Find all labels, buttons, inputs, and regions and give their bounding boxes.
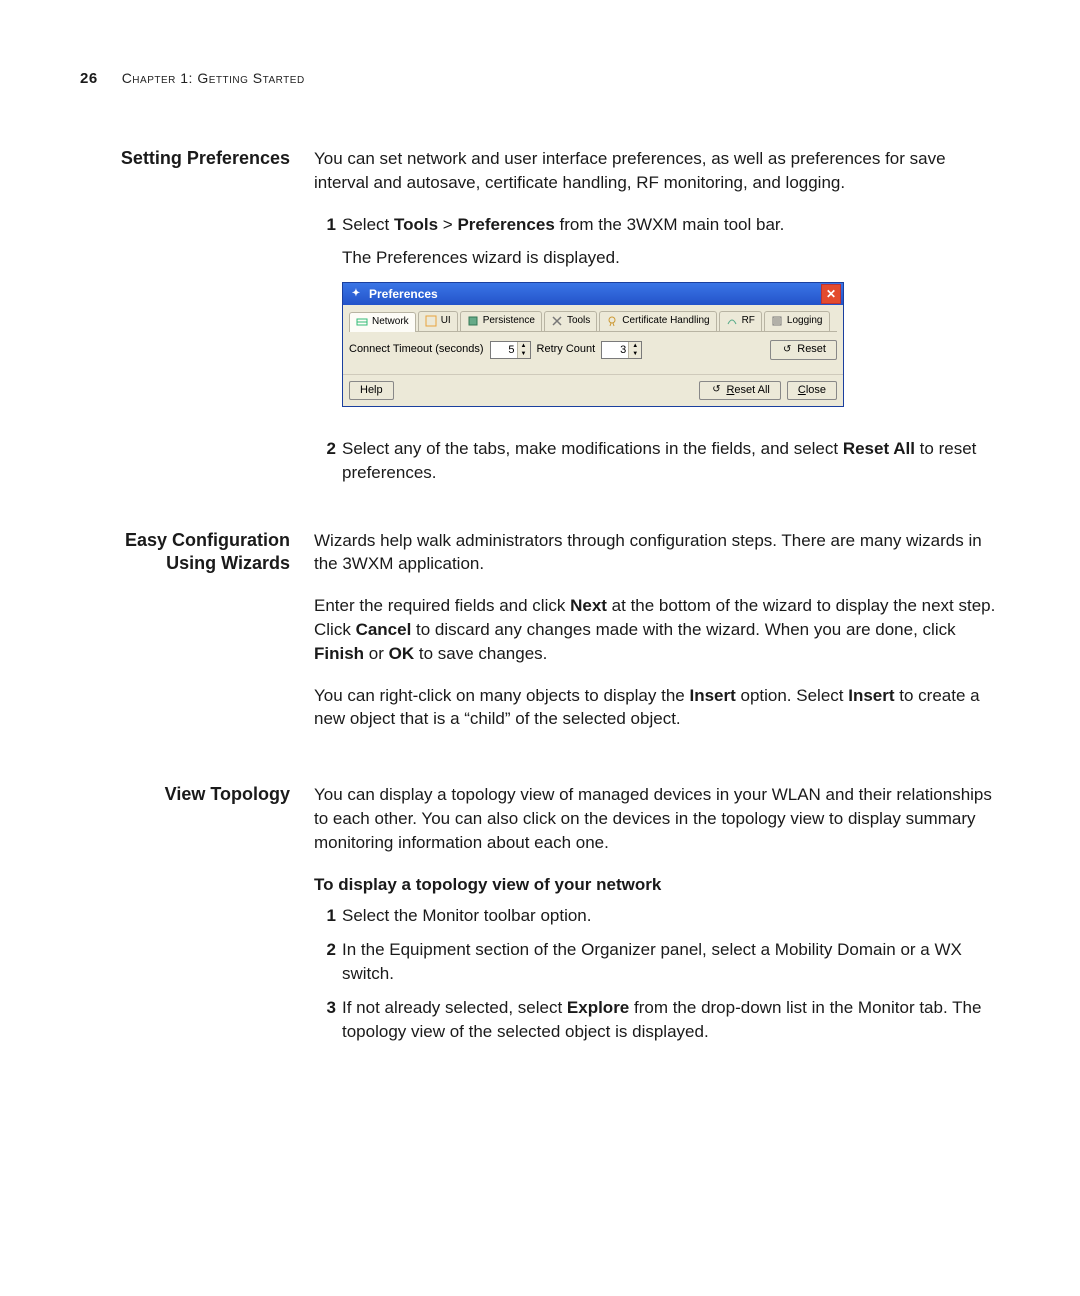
step-text: Select Tools > Preferences from the 3WXM… bbox=[342, 213, 1000, 237]
tab-persistence[interactable]: Persistence bbox=[460, 311, 542, 331]
step-text: Select any of the tabs, make modificatio… bbox=[342, 437, 1000, 485]
step-text: In the Equipment section of the Organize… bbox=[342, 938, 1000, 986]
tools-icon bbox=[551, 315, 563, 327]
tab-label: Certificate Handling bbox=[622, 314, 709, 328]
step-text: Select the Monitor toolbar option. bbox=[342, 904, 1000, 928]
retry-count-input[interactable] bbox=[602, 342, 628, 358]
reset-button[interactable]: ↺ Reset bbox=[770, 340, 837, 359]
paragraph: You can right-click on many objects to d… bbox=[314, 684, 1000, 732]
tab-network[interactable]: Network bbox=[349, 312, 416, 332]
running-header: 26 Chapter 1: Getting Started bbox=[80, 70, 1000, 87]
text-fragment: Select any of the tabs, make modificatio… bbox=[342, 439, 843, 458]
network-icon bbox=[356, 316, 368, 328]
tab-label: Logging bbox=[787, 314, 823, 328]
retry-count-label: Retry Count bbox=[537, 342, 596, 357]
bold-term: Tools bbox=[394, 215, 438, 234]
certificate-icon bbox=[606, 315, 618, 327]
bold-term: Finish bbox=[314, 644, 364, 663]
step-text: If not already selected, select Explore … bbox=[342, 996, 1000, 1044]
bold-term: Insert bbox=[848, 686, 894, 705]
tab-rf[interactable]: RF bbox=[719, 311, 762, 331]
step-number: 1 bbox=[314, 213, 336, 237]
text-fragment: to discard any changes made with the wiz… bbox=[411, 620, 955, 639]
text-fragment: If not already selected, select bbox=[342, 998, 567, 1017]
button-label: Reset All bbox=[726, 383, 769, 398]
tab-ui[interactable]: UI bbox=[418, 311, 458, 331]
close-icon[interactable]: ✕ bbox=[821, 284, 841, 304]
spinner-up-icon[interactable]: ▲ bbox=[629, 342, 641, 350]
dialog-title-text: Preferences bbox=[369, 286, 438, 303]
side-heading: Setting Preferences bbox=[80, 147, 314, 495]
tab-label: Network bbox=[372, 315, 409, 329]
section-view-topology: View Topology You can display a topology… bbox=[80, 783, 1000, 1053]
button-label: Reset bbox=[797, 342, 826, 357]
spinner-up-icon[interactable]: ▲ bbox=[518, 342, 530, 350]
text-fragment: from the 3WXM main tool bar. bbox=[555, 215, 785, 234]
section-easy-configuration: Easy Configuration Using Wizards Wizards… bbox=[80, 529, 1000, 750]
dialog-separator bbox=[343, 374, 843, 375]
tab-label: Tools bbox=[567, 314, 590, 328]
tab-certificate-handling[interactable]: Certificate Handling bbox=[599, 311, 716, 331]
bold-term: Preferences bbox=[457, 215, 554, 234]
bold-term: Next bbox=[570, 596, 607, 615]
tab-label: UI bbox=[441, 314, 451, 328]
bold-term: Reset All bbox=[843, 439, 915, 458]
intro-paragraph: You can set network and user interface p… bbox=[314, 147, 1000, 195]
text-fragment: to save changes. bbox=[414, 644, 547, 663]
paragraph: Wizards help walk administrators through… bbox=[314, 529, 1000, 577]
tab-label: RF bbox=[742, 314, 755, 328]
text-fragment: or bbox=[364, 644, 389, 663]
close-button[interactable]: Close bbox=[787, 381, 837, 400]
help-button[interactable]: Help bbox=[349, 381, 394, 400]
preferences-dialog-figure: ✦ Preferences ✕ bbox=[342, 282, 1000, 407]
side-heading: Easy Configuration Using Wizards bbox=[80, 529, 314, 750]
retry-count-spinner[interactable]: ▲ ▼ bbox=[601, 341, 642, 359]
step-number: 2 bbox=[314, 437, 336, 461]
bold-term: Insert bbox=[689, 686, 735, 705]
chapter-title: Chapter 1: Getting Started bbox=[122, 70, 305, 86]
step-number: 3 bbox=[314, 996, 336, 1020]
sub-heading: To display a topology view of your netwo… bbox=[314, 873, 1000, 897]
connect-timeout-label: Connect Timeout (seconds) bbox=[349, 342, 484, 357]
rf-icon bbox=[726, 315, 738, 327]
text-fragment: Enter the required fields and click bbox=[314, 596, 570, 615]
section-setting-preferences: Setting Preferences You can set network … bbox=[80, 147, 1000, 495]
step-result: The Preferences wizard is displayed. bbox=[342, 246, 1000, 270]
page-number: 26 bbox=[80, 70, 98, 87]
tab-logging[interactable]: Logging bbox=[764, 311, 830, 331]
reset-all-button[interactable]: ↺ Reset All bbox=[699, 381, 780, 400]
text-fragment: option. Select bbox=[736, 686, 848, 705]
tab-tools[interactable]: Tools bbox=[544, 311, 597, 331]
bold-term: Cancel bbox=[356, 620, 412, 639]
text-fragment: You can right-click on many objects to d… bbox=[314, 686, 689, 705]
spinner-down-icon[interactable]: ▼ bbox=[518, 350, 530, 358]
tab-strip: Network UI bbox=[349, 311, 837, 332]
connect-timeout-input[interactable] bbox=[491, 342, 517, 358]
paragraph: Enter the required fields and click Next… bbox=[314, 594, 1000, 665]
side-heading: View Topology bbox=[80, 783, 314, 1053]
logging-icon bbox=[771, 315, 783, 327]
bold-term: Explore bbox=[567, 998, 629, 1017]
step-number: 2 bbox=[314, 938, 336, 962]
button-label: Close bbox=[798, 383, 826, 398]
reset-icon: ↺ bbox=[781, 344, 793, 356]
spinner-down-icon[interactable]: ▼ bbox=[629, 350, 641, 358]
paragraph: You can display a topology view of manag… bbox=[314, 783, 1000, 854]
bold-term: OK bbox=[389, 644, 415, 663]
text-fragment: Select bbox=[342, 215, 394, 234]
persistence-icon bbox=[467, 315, 479, 327]
reset-all-icon: ↺ bbox=[710, 384, 722, 396]
app-icon: ✦ bbox=[349, 287, 363, 301]
connect-timeout-spinner[interactable]: ▲ ▼ bbox=[490, 341, 531, 359]
button-label: Help bbox=[360, 383, 383, 398]
tab-label: Persistence bbox=[483, 314, 535, 328]
dialog-titlebar: ✦ Preferences ✕ bbox=[343, 283, 843, 305]
preferences-dialog: ✦ Preferences ✕ bbox=[342, 282, 844, 407]
ui-icon bbox=[425, 315, 437, 327]
text-fragment: > bbox=[438, 215, 457, 234]
step-number: 1 bbox=[314, 904, 336, 928]
